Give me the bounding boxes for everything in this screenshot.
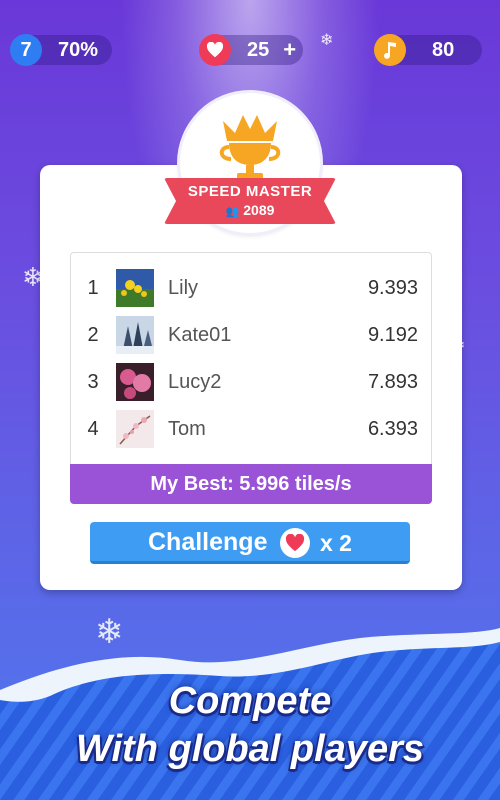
player-count-value: 2089: [243, 202, 275, 218]
snowflake-icon: ❄: [320, 32, 334, 49]
player-count: 👥 2089: [164, 202, 336, 218]
player-name: Tom: [168, 417, 206, 440]
level-progress-pill[interactable]: 7 70%: [10, 34, 112, 66]
challenge-cost: x 2: [320, 530, 352, 556]
progress-percent: 70%: [58, 38, 99, 61]
rank: 1: [87, 276, 99, 299]
players-icon: 👥: [225, 206, 240, 218]
heart-icon: [280, 528, 310, 558]
leaderboard-row[interactable]: 2 Kate01 9.192: [71, 312, 433, 358]
player-name: Lily: [168, 276, 199, 299]
player-score: 9.192: [367, 323, 418, 346]
leaderboard-row[interactable]: 4 Tom 6.393: [71, 406, 433, 452]
challenge-button[interactable]: Challenge x 2: [90, 522, 410, 564]
rank: 2: [87, 323, 99, 346]
level-badge: 7: [10, 34, 42, 66]
player-score: 7.893: [367, 370, 418, 393]
level-number: 7: [20, 38, 32, 61]
yellow-flowers-photo: [116, 269, 154, 307]
speed-master-ribbon: SPEED MASTER 👥 2089: [164, 178, 336, 224]
pink-flowers-photo: [116, 363, 154, 401]
player-name: Lucy2: [168, 370, 222, 393]
player-score: 6.393: [367, 417, 418, 440]
lives-pill[interactable]: 25 +: [199, 34, 303, 66]
challenge-label: Challenge: [148, 528, 268, 556]
winter-forest-photo: [116, 316, 154, 354]
coins-count: 80: [432, 38, 455, 61]
leaderboard-row[interactable]: 1 Lily 9.393: [71, 265, 433, 311]
add-lives-button[interactable]: +: [283, 37, 296, 63]
caption-line-1: Compete: [168, 680, 332, 722]
my-best-banner: My Best: 5.996 tiles/s: [70, 464, 432, 504]
coins-pill[interactable]: 80: [374, 34, 482, 66]
caption-line-2: With global players: [75, 728, 425, 770]
player-name: Kate01: [168, 323, 232, 346]
rank: 3: [87, 370, 99, 393]
heart-icon: [199, 34, 231, 66]
leaderboard-row[interactable]: 3 Lucy2 7.893: [71, 359, 433, 405]
player-score: 9.393: [367, 276, 418, 299]
music-note-coin-icon: [374, 34, 406, 66]
lives-count: 25: [247, 38, 270, 61]
ribbon-title: SPEED MASTER: [187, 183, 313, 200]
rank: 4: [87, 417, 99, 440]
cherry-blossom-photo: [116, 410, 154, 448]
trophy-icon: [219, 115, 281, 179]
